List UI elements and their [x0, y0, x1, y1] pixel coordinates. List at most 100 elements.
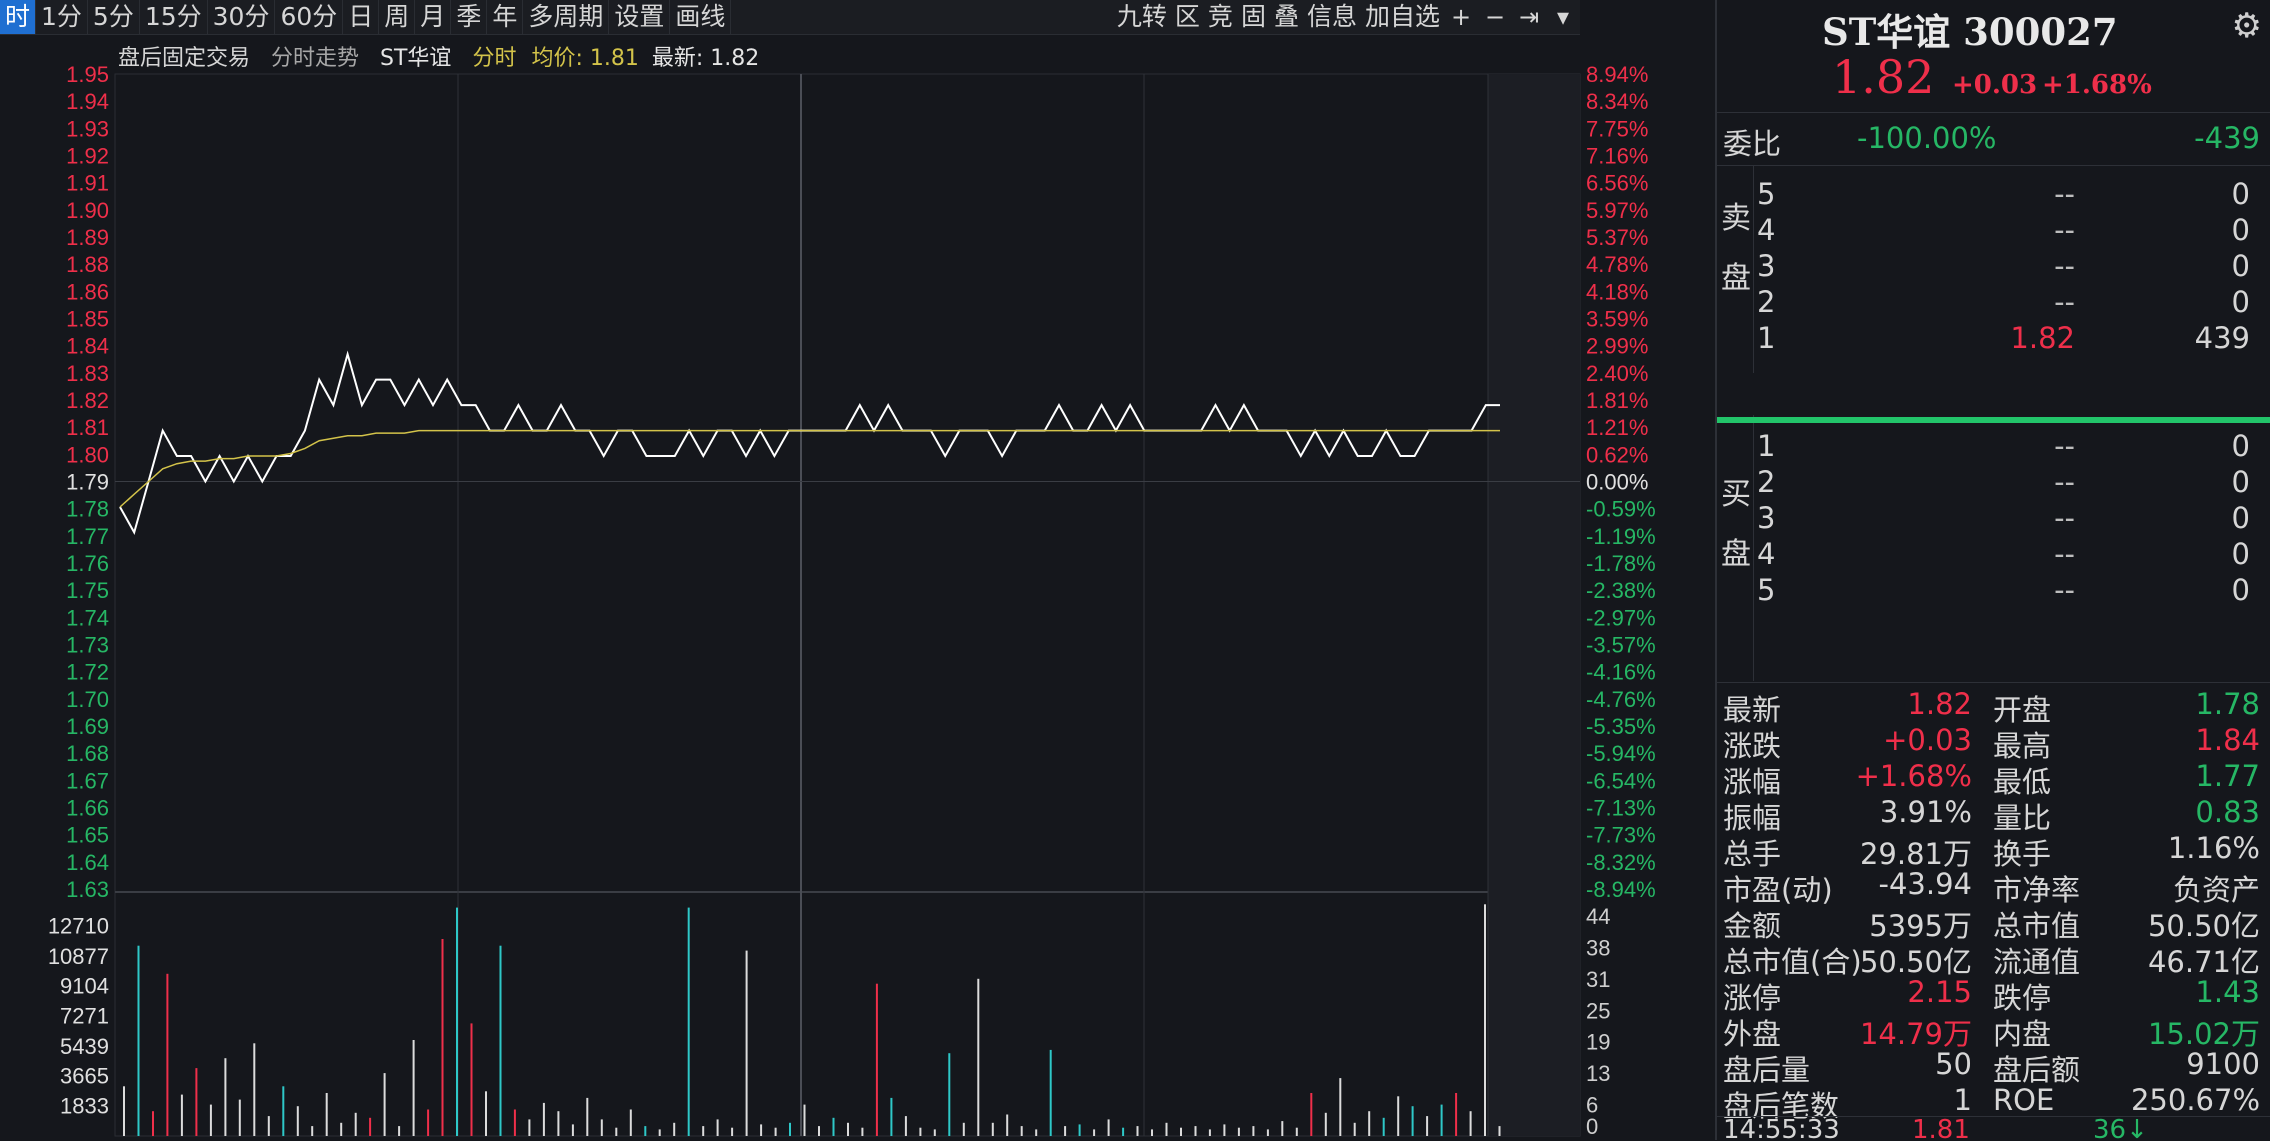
- volume-bar: [600, 1119, 603, 1136]
- tool-button[interactable]: 竞: [1204, 0, 1237, 34]
- tool-button[interactable]: 九转: [1113, 0, 1171, 34]
- period-tab[interactable]: 1分: [36, 0, 88, 34]
- volume-bar: [456, 907, 458, 1136]
- period-tab[interactable]: 画线: [670, 0, 732, 34]
- volume-axis-label: 12710: [48, 914, 109, 939]
- pct-axis-label: -7.13%: [1586, 796, 1656, 821]
- stat-row: 外盘 14.79万 内盘 15.02万: [1717, 1009, 2270, 1051]
- volume-axis-label: 5439: [60, 1034, 109, 1059]
- volume-bar: [1194, 1126, 1197, 1136]
- volume-axis-right-label: 38: [1586, 935, 1610, 960]
- volume-bar: [629, 1109, 632, 1136]
- pct-axis-label: 2.99%: [1586, 334, 1648, 359]
- volume-bar: [1382, 1117, 1385, 1136]
- price-change: +0.03: [1952, 70, 2038, 100]
- tool-button[interactable]: 固: [1237, 0, 1270, 34]
- volume-bar: [615, 1127, 618, 1136]
- volume-bar: [687, 907, 690, 1136]
- stat-value: 2.15: [1907, 975, 1972, 1009]
- stat-row: 振幅 3.91% 量比 0.83: [1717, 793, 2270, 835]
- period-tab[interactable]: 多周期: [523, 0, 610, 34]
- book-divider: [1753, 415, 1754, 681]
- volume-bar: [123, 1086, 125, 1136]
- period-tab[interactable]: 日: [343, 0, 380, 34]
- volume-bar: [499, 945, 502, 1136]
- price-axis-label: 1.90: [66, 198, 109, 223]
- volume-bar: [412, 1040, 415, 1136]
- chevron-down-icon[interactable]: ▾: [1546, 0, 1580, 34]
- volume-bar: [325, 1093, 328, 1136]
- volume-bar: [1122, 1127, 1125, 1136]
- volume-bar: [673, 1122, 676, 1136]
- price-change-pct: +1.68%: [2042, 70, 2152, 100]
- gear-icon[interactable]: ⚙: [2232, 6, 2262, 46]
- period-tab[interactable]: 设置: [609, 0, 671, 34]
- price-axis-label: 1.94: [66, 89, 109, 114]
- period-tab[interactable]: 60分: [275, 0, 344, 34]
- volume-bar: [1049, 1049, 1052, 1136]
- exit-icon[interactable]: ⇥: [1512, 0, 1546, 34]
- volume-bar: [991, 1122, 994, 1136]
- buy-label-2: 盘: [1721, 537, 1751, 572]
- price-axis-label: 1.78: [66, 497, 109, 522]
- price-axis-label: 1.73: [66, 633, 109, 658]
- period-tab[interactable]: 5分: [88, 0, 140, 34]
- period-tab[interactable]: 时: [0, 0, 37, 34]
- volume-axis-label: 1833: [60, 1094, 109, 1119]
- minus-icon[interactable]: −: [1478, 0, 1512, 34]
- stat-value: 9100: [2186, 1047, 2260, 1081]
- volume-bar: [760, 1124, 763, 1136]
- price-axis-label: 1.86: [66, 279, 109, 304]
- after-hours-area: [1488, 74, 1580, 1136]
- period-tab[interactable]: 月: [415, 0, 452, 34]
- period-tab[interactable]: 15分: [140, 0, 208, 34]
- pct-axis-label: -2.38%: [1586, 578, 1656, 603]
- volume-bar: [832, 1117, 835, 1136]
- weibi-diff: -439: [2194, 121, 2260, 155]
- stock-title: ST华谊 300027: [1822, 10, 2118, 54]
- pct-axis-label: 6.56%: [1586, 171, 1648, 196]
- volume-bar: [789, 1122, 791, 1136]
- pct-axis-label: 0.62%: [1586, 442, 1648, 467]
- ask-row[interactable]: 1 1.82 439: [1757, 313, 2262, 365]
- add-icon[interactable]: +: [1444, 0, 1478, 34]
- stat-value: 1.78: [2195, 687, 2260, 721]
- pct-axis-label: -0.59%: [1586, 497, 1656, 522]
- period-tab[interactable]: 季: [451, 0, 488, 34]
- volume-bar: [847, 1122, 849, 1136]
- tool-button[interactable]: 信息: [1303, 0, 1361, 34]
- stat-row: 金额 5395万 总市值 50.50亿: [1717, 901, 2270, 943]
- bid-row[interactable]: 5 -- 0: [1757, 565, 2262, 617]
- volume-bar: [224, 1058, 227, 1136]
- volume-bar: [875, 983, 878, 1136]
- volume-bar: [1252, 1126, 1255, 1136]
- intraday-chart[interactable]: 盘后固定交易 分时走势 ST华谊 分时 均价: 1.81 最新: 1.82 1.…: [0, 34, 1700, 1140]
- volume-bar: [1455, 1093, 1458, 1136]
- pct-axis-label: -1.19%: [1586, 524, 1656, 549]
- pct-axis-label: -5.35%: [1586, 714, 1656, 739]
- price-axis-label: 1.63: [66, 877, 109, 902]
- volume-bar: [1020, 1126, 1023, 1136]
- volume-bar: [731, 1127, 734, 1136]
- volume-axis-right-label: 19: [1586, 1030, 1610, 1055]
- pct-axis-label: 8.94%: [1586, 62, 1648, 87]
- book-divider: [1753, 165, 1754, 373]
- tool-button[interactable]: 叠: [1270, 0, 1303, 34]
- volume-bar: [716, 1119, 719, 1136]
- price-axis-label: 1.95: [66, 62, 109, 87]
- volume-axis-right-label: 25: [1586, 998, 1610, 1023]
- period-tab[interactable]: 年: [487, 0, 524, 34]
- price-axis-label: 1.88: [66, 252, 109, 277]
- volume-bar: [1411, 1106, 1414, 1136]
- pct-axis-label: 7.16%: [1586, 144, 1648, 169]
- period-tab[interactable]: 30分: [208, 0, 276, 34]
- tool-button[interactable]: 区: [1171, 0, 1204, 34]
- period-tab[interactable]: 周: [379, 0, 416, 34]
- price-axis-label: 1.69: [66, 714, 109, 739]
- stat-value: 1.84: [2195, 723, 2260, 757]
- volume-axis-label: 9104: [60, 973, 109, 998]
- volume-bar: [977, 978, 980, 1136]
- tool-button[interactable]: 加自选: [1361, 0, 1444, 34]
- pct-axis-label: 8.34%: [1586, 89, 1648, 114]
- pct-axis-label: -7.73%: [1586, 823, 1656, 848]
